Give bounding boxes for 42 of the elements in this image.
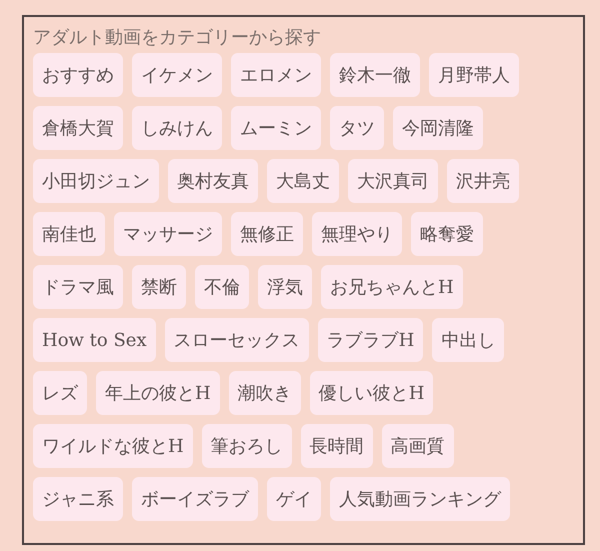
category-tag[interactable]: 筆おろし <box>202 424 292 468</box>
category-tag[interactable]: マッサージ <box>114 212 222 256</box>
category-tag[interactable]: 奥村友真 <box>168 159 258 203</box>
category-tag[interactable]: 潮吹き <box>228 371 301 415</box>
category-tag[interactable]: イケメン <box>132 53 222 97</box>
category-tag[interactable]: 大島丈 <box>267 159 339 203</box>
category-tag[interactable]: 略奪愛 <box>411 212 483 256</box>
category-tag[interactable]: 今岡清隆 <box>393 106 483 150</box>
category-tag[interactable]: 沢井亮 <box>447 159 519 203</box>
category-tag[interactable]: 優しい彼とH <box>310 371 434 415</box>
category-tag[interactable]: 無修正 <box>231 212 303 256</box>
category-tag[interactable]: 無理やり <box>312 212 402 256</box>
category-tag[interactable]: 倉橋大賀 <box>33 106 123 150</box>
category-tag[interactable]: 中出し <box>432 318 504 362</box>
category-tag[interactable]: 月野帯人 <box>429 53 519 97</box>
category-tag[interactable]: 浮気 <box>258 265 312 309</box>
category-tag[interactable]: お兄ちゃんとH <box>321 265 463 309</box>
category-tag[interactable]: 南佳也 <box>33 212 105 256</box>
category-tag[interactable]: エロメン <box>231 53 321 97</box>
category-tag[interactable]: 不倫 <box>195 265 249 309</box>
category-tag[interactable]: 大沢真司 <box>348 159 438 203</box>
category-tag[interactable]: ボーイズラブ <box>132 477 258 521</box>
category-tag[interactable]: しみけん <box>132 106 222 150</box>
category-tag[interactable]: 鈴木一徹 <box>330 53 420 97</box>
category-tag[interactable]: 人気動画ランキング <box>330 477 510 521</box>
category-tag[interactable]: ムーミン <box>231 106 321 150</box>
category-tag[interactable]: 禁断 <box>132 265 186 309</box>
category-tag[interactable]: ラブラブH <box>318 318 424 362</box>
category-tag[interactable]: スローセックス <box>164 318 309 362</box>
category-tag[interactable]: 年上の彼とH <box>96 371 220 415</box>
category-tag[interactable]: ジャニ系 <box>33 477 123 521</box>
category-tag[interactable]: 高画質 <box>382 424 454 468</box>
category-tag[interactable]: ドラマ風 <box>33 265 123 309</box>
panel-title: アダルト動画をカテゴリーから探す <box>33 26 322 50</box>
category-tag[interactable]: おすすめ <box>33 53 123 97</box>
category-tag[interactable]: How to Sex <box>33 318 156 362</box>
category-tag[interactable]: 小田切ジュン <box>33 159 159 203</box>
category-tag[interactable]: ワイルドな彼とH <box>33 424 193 468</box>
category-tag[interactable]: ゲイ <box>267 477 321 521</box>
category-tag[interactable]: 長時間 <box>300 424 373 468</box>
category-tag[interactable]: タツ <box>330 106 384 150</box>
category-tag[interactable]: レズ <box>33 371 87 415</box>
